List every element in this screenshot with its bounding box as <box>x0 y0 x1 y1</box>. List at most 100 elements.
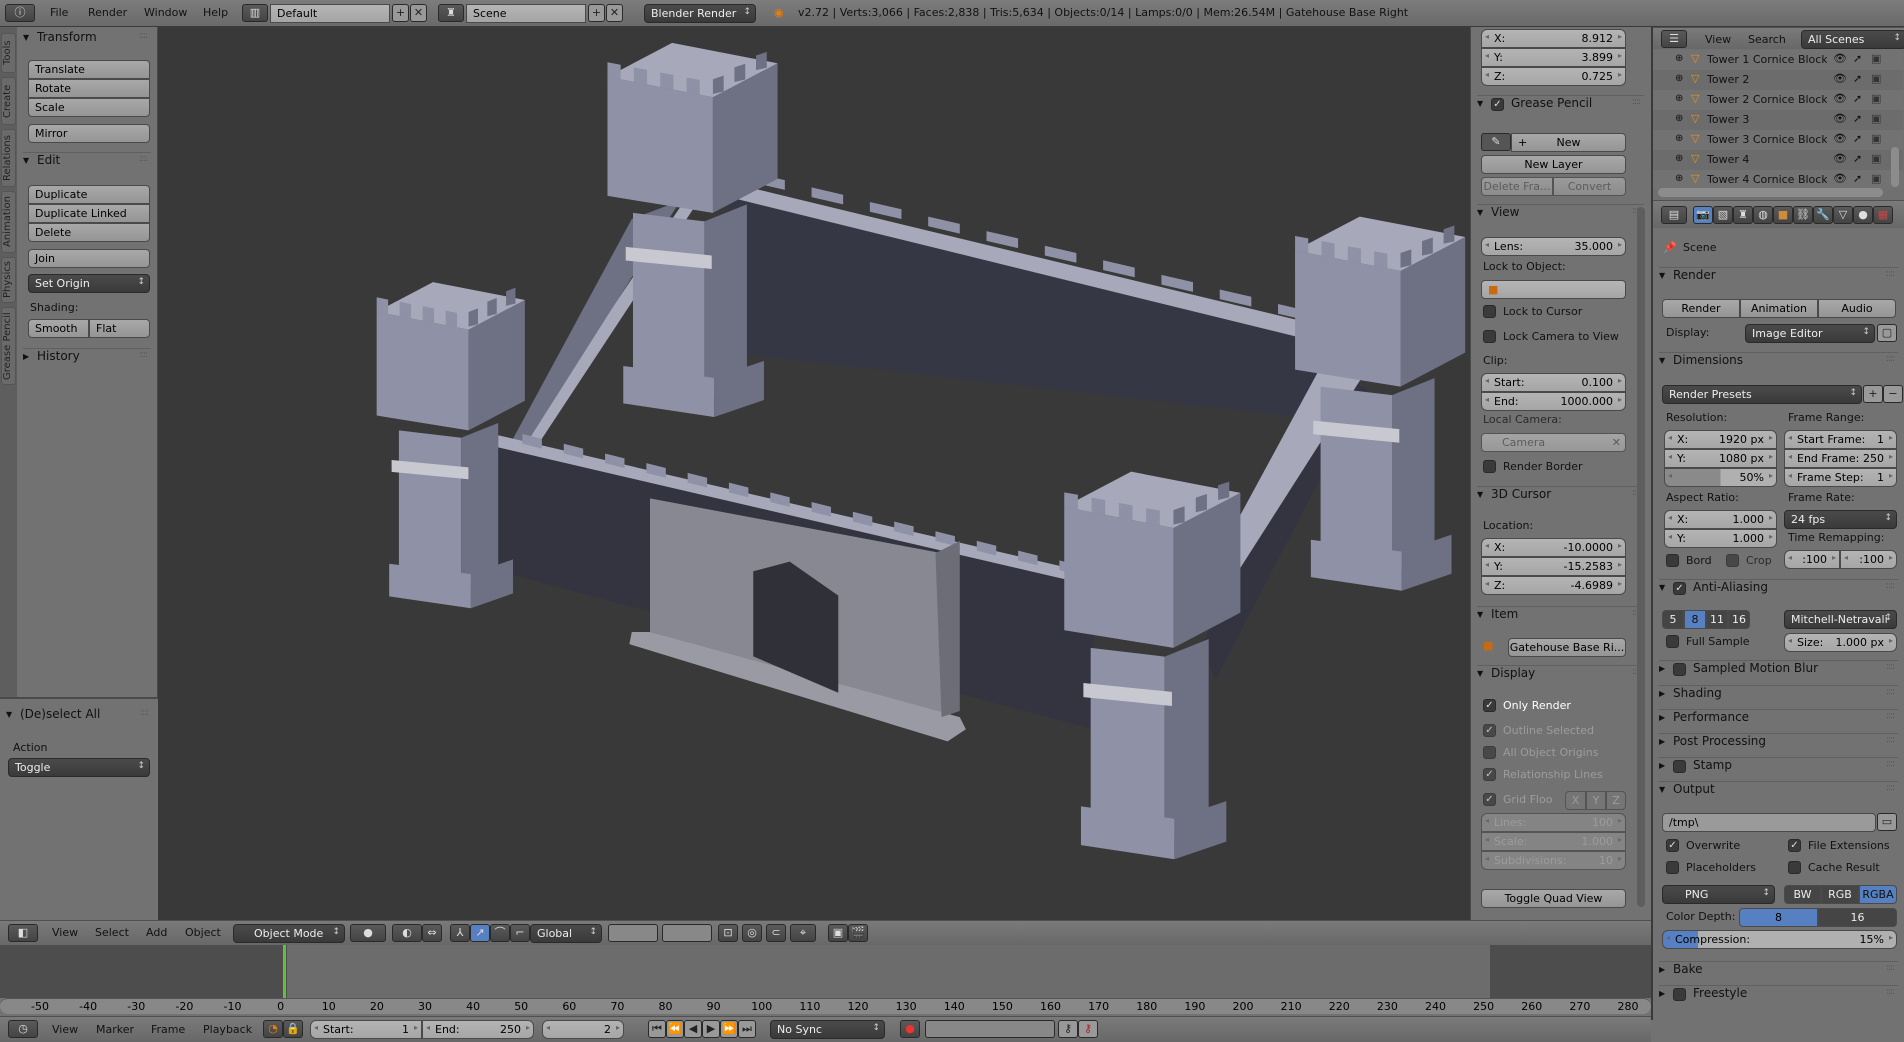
anti-aliasing-checkbox[interactable]: ✓ <box>1673 582 1686 595</box>
scale-manipulator-icon[interactable]: ⌐ <box>510 924 530 942</box>
timeline-menu-view[interactable]: View <box>52 1023 78 1036</box>
menu-render[interactable]: Render <box>88 6 127 19</box>
aspect-x-field[interactable]: X: 1.000 <box>1664 510 1777 529</box>
visibility-eye-icon[interactable]: 👁 <box>1833 112 1847 125</box>
renderable-camera-icon[interactable]: ▣ <box>1871 72 1881 85</box>
sync-mode-dropdown[interactable]: No Sync <box>770 1020 885 1039</box>
object-icon[interactable]: ■ <box>1773 206 1793 224</box>
jump-end-icon[interactable]: ⏭ <box>738 1020 756 1038</box>
pin-icon[interactable]: 📌 <box>1663 241 1677 254</box>
jump-start-icon[interactable]: ⏮ <box>648 1020 666 1038</box>
material-icon[interactable]: ● <box>1853 206 1873 224</box>
timeline-menu-marker[interactable]: Marker <box>96 1023 134 1036</box>
renderable-camera-icon[interactable]: ▣ <box>1871 152 1881 165</box>
viewport-shading-icon[interactable]: ● <box>350 924 386 942</box>
join-button[interactable]: Join <box>28 249 150 268</box>
expand-icon[interactable]: ⊕ <box>1675 93 1683 104</box>
file-extensions-checkbox[interactable]: ✓ <box>1788 839 1801 852</box>
grid-subdivisions-field[interactable]: Subdivisions: 10 <box>1481 851 1626 870</box>
timeline-menu-frame[interactable]: Frame <box>151 1023 185 1036</box>
expand-icon[interactable]: ⊕ <box>1675 153 1683 164</box>
keying-set-field[interactable] <box>925 1020 1055 1038</box>
remove-preset-icon[interactable]: − <box>1883 385 1903 403</box>
3d-view-editor-icon[interactable]: ◧ <box>8 924 38 942</box>
clip-end-field[interactable]: End: 1000.000 <box>1481 392 1626 411</box>
tab-create[interactable]: Create <box>1 77 16 125</box>
renderable-camera-icon[interactable]: ▣ <box>1871 132 1881 145</box>
tab-relations[interactable]: Relations <box>1 129 16 187</box>
local-camera-field[interactable]: Camera ✕ <box>1481 433 1626 452</box>
outliner-item[interactable]: ⊕ ▽ Tower 3 👁 ➚ ▣ <box>1653 110 1903 130</box>
move-manipulator-icon[interactable]: ↗ <box>470 924 490 942</box>
time-remap-new-field[interactable]: :100 <box>1840 550 1897 569</box>
insert-keyframe-icon[interactable]: ⚷ <box>1058 1020 1078 1038</box>
cursor-x-field[interactable]: X: -10.0000 <box>1481 538 1626 557</box>
menu-add[interactable]: Add <box>146 926 167 939</box>
outliner-item[interactable]: ⊕ ▽ Tower 2 Cornice Blocks 👁 ➚ ▣ <box>1653 90 1903 110</box>
action-dropdown[interactable]: Toggle <box>8 758 150 777</box>
outliner-menu-search[interactable]: Search <box>1748 33 1786 46</box>
view-header[interactable]: View:::: <box>1477 204 1644 224</box>
lock-cursor-checkbox[interactable] <box>1483 305 1496 318</box>
display-header[interactable]: Display:::: <box>1477 665 1644 685</box>
menu-window[interactable]: Window <box>144 6 187 19</box>
outliner-vscrollbar[interactable] <box>1891 147 1899 187</box>
menu-file[interactable]: File <box>50 6 68 19</box>
outliner-menu-view[interactable]: View <box>1705 33 1731 46</box>
add-scene-icon[interactable]: + <box>588 4 605 22</box>
outliner-item[interactable]: ⊕ ▽ Tower 3 Cornice Blocks 👁 ➚ ▣ <box>1653 130 1903 150</box>
delete-keyframe-icon[interactable]: ⚷ <box>1078 1020 1098 1038</box>
grid-axis-x-toggle[interactable]: X <box>1565 791 1586 810</box>
render-layers-icon[interactable]: ▧ <box>1713 206 1733 224</box>
layers-grid-2[interactable] <box>662 924 712 942</box>
jump-keyframe-back-icon[interactable]: ⏪ <box>666 1020 684 1038</box>
play-icon[interactable]: ▶ <box>702 1020 720 1038</box>
renderable-camera-icon[interactable]: ▣ <box>1871 172 1881 185</box>
visibility-eye-icon[interactable]: 👁 <box>1833 172 1847 185</box>
placeholders-checkbox[interactable] <box>1666 861 1679 874</box>
depth-16-button[interactable]: 16 <box>1818 908 1897 927</box>
grid-scale-field[interactable]: Scale: 1.000 <box>1481 832 1626 851</box>
constraints-icon[interactable]: ⛓ <box>1793 206 1813 224</box>
expand-icon[interactable]: ⊕ <box>1675 53 1683 64</box>
resolution-x-field[interactable]: X: 1920 px <box>1664 430 1777 449</box>
tab-tools[interactable]: Tools <box>1 33 16 73</box>
aa-samples-16[interactable]: 16 <box>1728 610 1750 629</box>
layers-grid-1[interactable] <box>608 924 658 942</box>
grid-floor-checkbox[interactable]: ✓ <box>1483 793 1496 806</box>
display-dropdown[interactable]: Image Editor <box>1745 324 1875 343</box>
full-sample-checkbox[interactable] <box>1666 635 1679 648</box>
outliner-item[interactable]: ⊕ ▽ Tower 4 👁 ➚ ▣ <box>1653 150 1903 170</box>
freestyle-checkbox[interactable] <box>1673 988 1686 1001</box>
3d-viewport[interactable] <box>158 27 1470 920</box>
lock-range-icon[interactable]: 🔒 <box>283 1020 303 1038</box>
aa-filter-dropdown[interactable]: Mitchell-Netravali <box>1784 610 1897 629</box>
timeline-editor-icon[interactable]: ◷ <box>8 1020 38 1038</box>
new-layer-button[interactable]: New Layer <box>1481 155 1626 174</box>
transform-orientation-dropdown[interactable]: Global <box>530 924 602 943</box>
delete-layout-icon[interactable]: ✕ <box>410 4 427 22</box>
frame-step-field[interactable]: Frame Step: 1 <box>1784 468 1897 487</box>
opengl-animation-icon[interactable]: 🎬 <box>848 924 868 942</box>
cursor-y-field[interactable]: Y: -15.2583 <box>1481 557 1626 576</box>
clip-start-field[interactable]: Start: 0.100 <box>1481 373 1626 392</box>
properties-editor-icon[interactable]: ▤ <box>1661 206 1687 224</box>
only-render-checkbox[interactable]: ✓ <box>1483 699 1496 712</box>
snap-toggle-icon[interactable]: ⊂ <box>766 924 786 942</box>
location-y-field[interactable]: Y: 3.899 <box>1481 48 1626 67</box>
time-remap-old-field[interactable]: :100 <box>1784 550 1840 569</box>
texture-icon[interactable]: ▦ <box>1873 206 1893 224</box>
rgba-button[interactable]: RGBA <box>1859 885 1897 904</box>
visibility-eye-icon[interactable]: 👁 <box>1833 92 1847 105</box>
timeline-menu-playback[interactable]: Playback <box>203 1023 252 1036</box>
visibility-eye-icon[interactable]: 👁 <box>1833 152 1847 165</box>
border-checkbox[interactable] <box>1666 554 1679 567</box>
overwrite-checkbox[interactable]: ✓ <box>1666 839 1679 852</box>
convert-button[interactable]: Convert <box>1553 177 1626 196</box>
play-reverse-icon[interactable]: ◀ <box>684 1020 702 1038</box>
selectable-cursor-icon[interactable]: ➚ <box>1853 112 1862 125</box>
scene-context-icon[interactable]: ♜ <box>1733 206 1753 224</box>
bw-button[interactable]: BW <box>1784 885 1821 904</box>
smooth-button[interactable]: Smooth <box>28 319 89 338</box>
translate-manipulator-icon[interactable]: ⅄ <box>450 924 470 942</box>
